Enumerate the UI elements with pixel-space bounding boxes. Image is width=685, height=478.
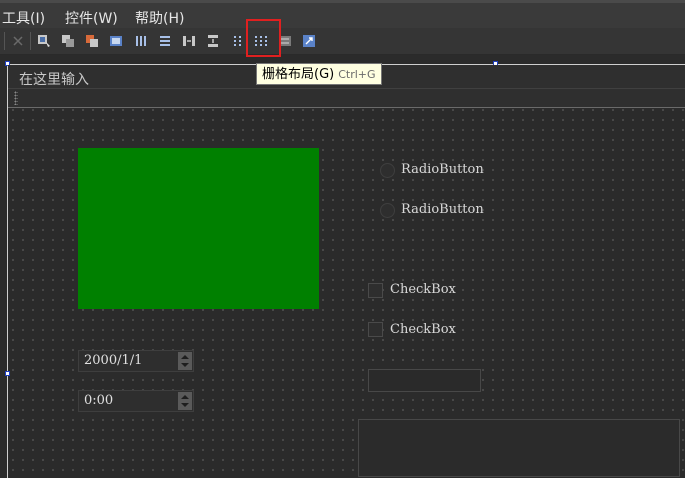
date-edit-value: 2000/1/1 (84, 353, 143, 368)
checkbox-2-label[interactable]: CheckBox (390, 322, 456, 337)
layout-vertical-splitter-icon[interactable] (206, 34, 220, 48)
edit-tab-order-icon[interactable] (109, 34, 123, 48)
menu-widgets[interactable]: 控件(W) (65, 8, 118, 28)
radio-button-1-label[interactable]: RadioButton (401, 162, 484, 177)
date-edit-spin-buttons[interactable] (178, 352, 192, 370)
grid-layout-highlight (246, 19, 281, 57)
time-edit-value: 0:00 (84, 393, 114, 408)
edit-signals-slots-icon[interactable] (61, 34, 75, 48)
layout-horizontal-icon[interactable] (134, 34, 148, 48)
spin-down-icon[interactable] (181, 403, 189, 407)
toolbar (0, 28, 685, 55)
tooltip-text: 栅格布局(G) (262, 67, 335, 82)
checkbox-2[interactable] (368, 322, 383, 337)
toolbar-separator (4, 32, 5, 50)
layout-horizontal-splitter-icon[interactable] (182, 34, 196, 48)
layout-vertical-icon[interactable] (158, 34, 172, 48)
tooltip: 栅格布局(G) Ctrl+G (256, 63, 382, 85)
time-edit[interactable]: 0:00 (78, 390, 194, 412)
edit-widgets-icon[interactable] (37, 34, 51, 48)
checkbox-1-label[interactable]: CheckBox (390, 282, 456, 297)
menu-tools[interactable]: 工具(I) (2, 8, 45, 28)
time-edit-spin-buttons[interactable] (178, 392, 192, 410)
text-edit[interactable] (358, 419, 680, 477)
edit-buddies-icon[interactable] (85, 34, 99, 48)
radio-button-2-label[interactable]: RadioButton (401, 202, 484, 217)
tooltip-shortcut: Ctrl+G (338, 68, 376, 81)
menu-help[interactable]: 帮助(H) (135, 8, 184, 28)
menubar: 工具(I) 控件(W) 帮助(H) (0, 0, 685, 28)
toolbar-separator (30, 32, 31, 50)
resize-handle[interactable] (5, 371, 10, 376)
checkbox-1[interactable] (368, 283, 383, 298)
line-edit[interactable] (368, 369, 481, 392)
layout-form-icon[interactable] (231, 34, 245, 48)
green-widget[interactable] (78, 148, 319, 309)
spin-up-icon[interactable] (181, 355, 189, 359)
menu-type-here[interactable]: 在这里输入 (19, 69, 89, 89)
radio-button-2[interactable] (380, 203, 395, 218)
radio-button-1[interactable] (380, 163, 395, 178)
form-toolbar (8, 89, 685, 108)
spin-down-icon[interactable] (181, 363, 189, 367)
spin-up-icon[interactable] (181, 395, 189, 399)
adjust-size-icon[interactable] (302, 34, 316, 48)
date-edit[interactable]: 2000/1/1 (78, 350, 194, 372)
close-icon[interactable] (11, 34, 25, 48)
toolbar-grip-icon[interactable] (14, 91, 18, 105)
